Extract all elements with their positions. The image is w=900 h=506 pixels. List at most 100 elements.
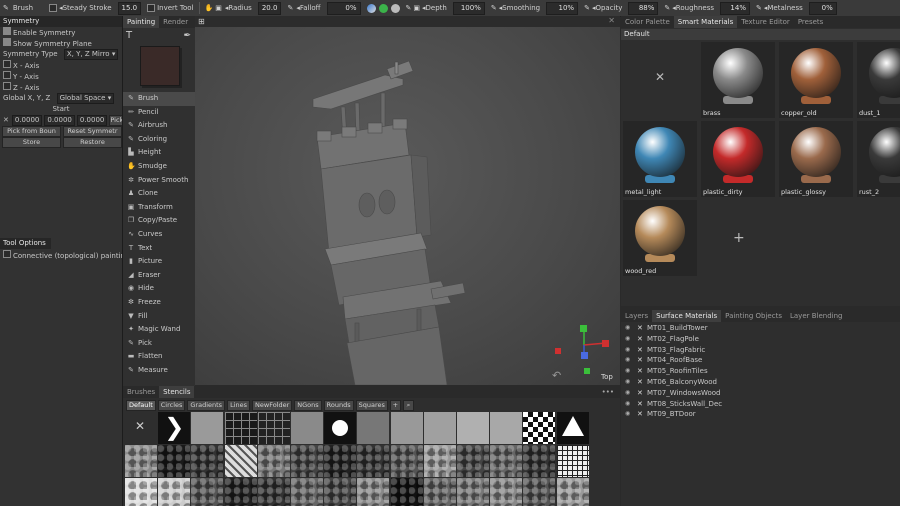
tool-airbrush[interactable]: ✎ Airbrush bbox=[123, 119, 195, 133]
tab-surface-materials[interactable]: Surface Materials bbox=[652, 310, 722, 322]
tool-picture[interactable]: ▮ Picture bbox=[123, 255, 195, 269]
eye-icon[interactable]: ◉ bbox=[625, 377, 633, 388]
close-icon[interactable]: ✕ bbox=[637, 355, 643, 366]
pen-mode-icon[interactable]: ✒ bbox=[183, 31, 191, 41]
primary-color-swatch[interactable] bbox=[140, 46, 180, 86]
store-button[interactable]: Store bbox=[2, 137, 61, 148]
stencil-filter-rounds[interactable]: Rounds bbox=[323, 399, 354, 411]
stencil-filter-newfolder[interactable]: NewFolder bbox=[252, 399, 293, 411]
restore-button[interactable]: Restore bbox=[63, 137, 122, 148]
depth-control[interactable]: ✎ ▣ ◂ Depth bbox=[403, 0, 450, 16]
pick-from-bounds-button[interactable]: Pick from Boun bbox=[2, 126, 61, 137]
z-axis-row[interactable]: Z - Axis bbox=[0, 82, 122, 93]
tab-presets[interactable]: Presets bbox=[794, 16, 827, 28]
connective-checkbox[interactable] bbox=[3, 250, 11, 258]
roughness-control[interactable]: ✎ ◂ Roughness bbox=[661, 0, 717, 16]
tool-fill[interactable]: ▼ Fill bbox=[123, 310, 195, 324]
roughness-value[interactable]: 14% bbox=[719, 1, 750, 15]
eye-icon[interactable]: ◉ bbox=[625, 355, 633, 366]
tool-power-smooth[interactable]: ✲ Power Smooth bbox=[123, 174, 195, 188]
layer-row[interactable]: ◉ ✕ MT03_FlagFabric bbox=[621, 345, 900, 356]
coord-z-input[interactable]: 0.0000 bbox=[76, 115, 108, 126]
tab-painting[interactable]: Painting bbox=[123, 16, 160, 28]
layer-row[interactable]: ◉ ✕ MT01_BuildTower bbox=[621, 323, 900, 334]
stencil-filter-lines[interactable]: Lines bbox=[227, 399, 251, 411]
stencil-thumbnail[interactable] bbox=[125, 478, 157, 506]
tool-copy-paste[interactable]: ❐ Copy/Paste bbox=[123, 214, 195, 228]
radius-control[interactable]: ✋ ▣ ◂ Radius bbox=[202, 0, 255, 16]
close-icon[interactable]: ✕ bbox=[637, 366, 643, 377]
tool-pick[interactable]: ✎ Pick bbox=[123, 337, 195, 351]
global-space-dropdown[interactable]: Global Space ▾ bbox=[56, 93, 115, 104]
stencil-thumbnail[interactable] bbox=[357, 445, 390, 477]
stencil-filter-gradients[interactable]: Gradients bbox=[187, 399, 226, 411]
z-axis-checkbox[interactable] bbox=[3, 82, 11, 90]
tool-smudge[interactable]: ✋ Smudge bbox=[123, 160, 195, 174]
close-icon[interactable]: ✕ bbox=[637, 409, 643, 420]
material-wood-red[interactable]: wood_red bbox=[623, 200, 697, 276]
clear-stencil-slot[interactable]: ✕ bbox=[125, 412, 157, 444]
stencil-thumbnail[interactable] bbox=[556, 478, 589, 506]
brush-tool-indicator[interactable]: ✎ Brush bbox=[0, 0, 36, 16]
stencil-thumbnail[interactable] bbox=[257, 445, 290, 477]
add-material-icon[interactable]: + bbox=[733, 230, 745, 246]
steady-stroke-checkbox[interactable] bbox=[49, 4, 58, 12]
undo-view-icon[interactable]: ↶ bbox=[552, 369, 561, 382]
stencil-thumbnail[interactable] bbox=[191, 478, 224, 506]
stencil-thumbnail[interactable] bbox=[523, 478, 556, 506]
stencil-filter-squares[interactable]: Squares bbox=[355, 399, 388, 411]
layer-row[interactable]: ◉ ✕ MT07_WindowsWood bbox=[621, 388, 900, 399]
material-rust-2[interactable]: rust_2 bbox=[857, 121, 900, 197]
close-icon[interactable]: ✕ bbox=[3, 115, 9, 126]
stencil-thumbnail[interactable] bbox=[490, 445, 523, 477]
text-mode-icon[interactable]: T bbox=[126, 30, 132, 41]
x-axis-checkbox[interactable] bbox=[3, 60, 11, 68]
stencil-thumbnail[interactable] bbox=[423, 412, 456, 444]
stencil-thumbnail[interactable] bbox=[191, 412, 224, 444]
falloff-control[interactable]: ✎ ◂ Falloff bbox=[284, 0, 323, 16]
stencil-thumbnail[interactable] bbox=[523, 412, 556, 444]
tool-text[interactable]: T Text bbox=[123, 242, 195, 256]
tab-layers[interactable]: Layers bbox=[621, 310, 652, 322]
layer-row[interactable]: ◉ ✕ MT05_RoofinTiles bbox=[621, 366, 900, 377]
stencil-thumbnail[interactable] bbox=[324, 478, 357, 506]
invert-tool-checkbox[interactable] bbox=[147, 4, 156, 12]
smoothing-value[interactable]: 10% bbox=[546, 1, 579, 15]
connective-row[interactable]: Connective (topological) paintin bbox=[0, 250, 122, 261]
stencil-thumbnail[interactable] bbox=[556, 412, 589, 444]
stencil-thumbnail[interactable] bbox=[125, 445, 157, 477]
eye-icon[interactable]: ◉ bbox=[625, 409, 633, 420]
stencil-thumbnail[interactable] bbox=[490, 478, 523, 506]
close-icon[interactable]: ✕ bbox=[637, 399, 643, 410]
tab-smart-materials[interactable]: Smart Materials bbox=[673, 16, 738, 28]
stencil-thumbnail[interactable] bbox=[357, 478, 390, 506]
tool-measure[interactable]: ✎ Measure bbox=[123, 364, 195, 378]
layer-row[interactable]: ◉ ✕ MT04_RoofBase bbox=[621, 355, 900, 366]
stencil-filter-default[interactable]: Default bbox=[126, 399, 156, 411]
material-dust-1[interactable]: dust_1 bbox=[857, 42, 900, 118]
material-plastic-glossy[interactable]: plastic_glossy bbox=[779, 121, 853, 197]
stencil-thumbnail[interactable] bbox=[423, 478, 456, 506]
tab-brushes[interactable]: Brushes bbox=[123, 386, 159, 398]
layer-row[interactable]: ◉ ✕ MT06_BalconyWood bbox=[621, 377, 900, 388]
stencil-thumbnail[interactable] bbox=[291, 478, 323, 506]
more-options-icon[interactable]: ••• bbox=[602, 388, 614, 396]
stencil-thumbnail[interactable] bbox=[291, 445, 323, 477]
tab-stencils[interactable]: Stencils bbox=[159, 386, 195, 398]
stencil-thumbnail[interactable] bbox=[390, 445, 423, 477]
opacity-control[interactable]: ✎ ◂ Opacity bbox=[581, 0, 625, 16]
depth-value[interactable]: 100% bbox=[452, 1, 485, 15]
stencil-thumbnail[interactable] bbox=[257, 478, 290, 506]
tool-transform[interactable]: ▣ Transform bbox=[123, 201, 195, 215]
eye-icon[interactable]: ◉ bbox=[625, 323, 633, 334]
green-dot-icon[interactable] bbox=[378, 3, 388, 13]
close-icon[interactable]: ✕ bbox=[637, 323, 643, 334]
3d-viewport[interactable]: ↶ Top bbox=[195, 27, 620, 385]
enable-symmetry-row[interactable]: Enable Symmetry bbox=[0, 27, 122, 38]
show-plane-checkbox[interactable] bbox=[3, 38, 11, 46]
stencil-thumbnail[interactable] bbox=[423, 445, 456, 477]
stencil-thumbnail[interactable] bbox=[191, 445, 224, 477]
x-axis-row[interactable]: X - Axis bbox=[0, 60, 122, 71]
stencil-thumbnail[interactable] bbox=[457, 445, 489, 477]
symmetry-type-dropdown[interactable]: X, Y, Z Mirro ▾ bbox=[63, 49, 119, 60]
